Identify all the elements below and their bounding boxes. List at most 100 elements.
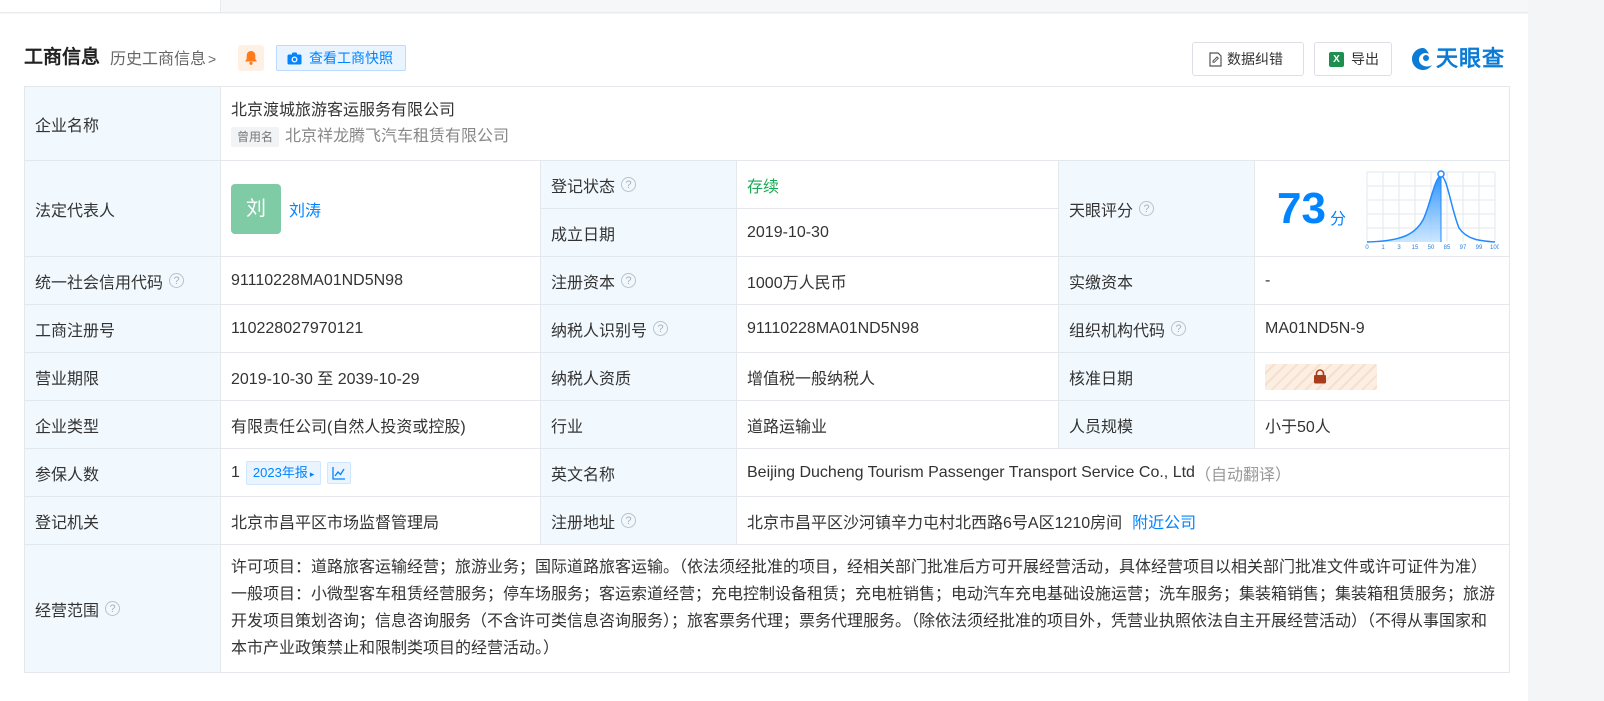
credit-code-value[interactable]: 91110228MA01ND5N98	[231, 272, 403, 290]
found-date-label: 成立日期	[551, 226, 616, 244]
tax-qual-label: 纳税人资质	[551, 370, 632, 388]
help-icon[interactable]: ?	[105, 601, 121, 616]
tax-qual-value: 增值税一般纳税人	[747, 370, 876, 388]
paid-capital-cell: -	[1255, 257, 1509, 305]
status-value: 存续	[747, 178, 780, 196]
annual-report-tag[interactable]: 2023年报 ▸	[245, 460, 322, 485]
staff-label: 人员规模	[1069, 418, 1134, 436]
approve-date-label: 核准日期	[1069, 370, 1134, 388]
score-axis-tick: 15	[1412, 245, 1419, 250]
label-scope: 经营范围?	[25, 545, 221, 672]
label-english-name: 英文名称	[541, 449, 737, 497]
reg-no-cell: 110228027970121	[221, 305, 541, 353]
avatar[interactable]: 刘	[231, 183, 281, 234]
label-taxpayer-id: 纳税人识别号?	[541, 305, 737, 353]
label-address: 注册地址?	[541, 497, 737, 545]
term-label: 营业期限	[35, 370, 100, 388]
history-business-info-link[interactable]: 历史工商信息 >	[110, 47, 216, 72]
company-name-cell: 北京渡城旅游客运服务有限公司 曾用名 北京祥龙腾飞汽车租赁有限公司	[221, 87, 1509, 161]
label-reg-no: 工商注册号	[25, 305, 221, 353]
help-icon[interactable]: ?	[1139, 201, 1155, 216]
logo-text: 天眼查	[1436, 46, 1506, 71]
label-approve-date: 核准日期	[1059, 353, 1255, 401]
active-tab[interactable]	[0, 0, 221, 12]
help-icon[interactable]: ?	[621, 273, 637, 288]
tax-qual-cell: 增值税一般纳税人	[737, 353, 1059, 401]
help-icon[interactable]: ?	[653, 321, 669, 336]
snapshot-button[interactable]: 查看工商快照	[276, 45, 406, 71]
former-name-line: 曾用名 北京祥龙腾飞汽车租赁有限公司	[231, 124, 509, 150]
type-label: 企业类型	[35, 418, 100, 436]
score-label: 天眼评分	[1069, 202, 1134, 220]
english-name-cell: Beijing Ducheng Tourism Passenger Transp…	[737, 449, 1509, 497]
authority-cell: 北京市昌平区市场监督管理局	[221, 497, 541, 545]
legal-rep-link[interactable]: 刘涛	[289, 197, 321, 221]
score-axis-tick: 1	[1381, 245, 1385, 250]
taxpayer-id-label: 纳税人识别号	[551, 322, 648, 340]
address-cell: 北京市昌平区沙河镇辛力屯村北西路6号A区1210房间 附近公司	[737, 497, 1509, 545]
status-cell: 存续	[737, 161, 1059, 209]
scope-label: 经营范围	[35, 602, 100, 620]
industry-value: 道路运输业	[747, 418, 828, 436]
score-unit: 分	[1329, 210, 1346, 228]
label-reg-capital: 注册资本?	[541, 257, 737, 305]
score-axis-tick: 50	[1428, 245, 1435, 250]
history-label: 历史工商信息	[110, 51, 207, 68]
score-axis-tick: 99	[1476, 245, 1483, 250]
reg-capital-value: 1000万人民币	[747, 274, 847, 292]
lock-icon	[1314, 368, 1326, 383]
reg-no-value[interactable]: 110228027970121	[231, 320, 363, 338]
data-fix-button[interactable]: 数据纠错	[1192, 42, 1304, 76]
org-code-label: 组织机构代码	[1069, 322, 1166, 340]
label-credit-code: 统一社会信用代码?	[25, 257, 221, 305]
label-org-code: 组织机构代码?	[1059, 305, 1255, 353]
reg-capital-label: 注册资本	[551, 274, 616, 292]
excel-icon: X	[1329, 52, 1344, 67]
company-name-label: 企业名称	[35, 117, 100, 135]
org-code-value[interactable]: MA01ND5N-9	[1265, 320, 1365, 338]
score-cell[interactable]: 73 分 0 1 3 15 50 85 97 99 100	[1255, 161, 1509, 257]
former-name: 北京祥龙腾飞汽车租赁有限公司	[285, 127, 510, 145]
page-gutter	[1528, 0, 1604, 701]
address-label: 注册地址	[551, 514, 616, 532]
score-axis-tick: 0	[1365, 245, 1369, 250]
org-code-cell: MA01ND5N-9	[1255, 305, 1509, 353]
edit-doc-icon	[1209, 52, 1222, 67]
help-icon[interactable]: ?	[621, 177, 637, 192]
section-title: 工商信息	[24, 47, 101, 68]
industry-cell: 道路运输业	[737, 401, 1059, 449]
bell-icon[interactable]	[238, 45, 264, 71]
help-icon[interactable]: ?	[169, 273, 185, 288]
annual-report-label: 2023年报	[252, 464, 308, 480]
term-cell: 2019-10-30 至 2039-10-29	[221, 353, 541, 401]
score-axis-tick: 3	[1397, 245, 1401, 250]
chevron-right-icon: >	[208, 51, 217, 67]
company-name[interactable]: 北京渡城旅游客运服务有限公司	[231, 98, 455, 124]
taxpayer-id-value[interactable]: 91110228MA01ND5N98	[747, 320, 919, 338]
locked-value[interactable]	[1265, 363, 1377, 390]
insured-label: 参保人数	[35, 466, 100, 484]
taxpayer-id-cell: 91110228MA01ND5N98	[737, 305, 1059, 353]
label-authority: 登记机关	[25, 497, 221, 545]
business-info-table: 企业名称 北京渡城旅游客运服务有限公司 曾用名 北京祥龙腾飞汽车租赁有限公司 法定…	[24, 86, 1510, 673]
snapshot-label: 查看工商快照	[309, 50, 393, 66]
english-name-value[interactable]: Beijing Ducheng Tourism Passenger Transp…	[747, 464, 1195, 482]
label-tax-qual: 纳税人资质	[541, 353, 737, 401]
logo-eye-icon	[1412, 48, 1432, 70]
label-score: 天眼评分?	[1059, 161, 1255, 257]
help-icon[interactable]: ?	[1171, 321, 1187, 336]
trend-chart-icon[interactable]	[327, 461, 352, 484]
legal-rep-cell: 刘 刘涛	[221, 161, 541, 257]
nearby-companies-link[interactable]: 附近公司	[1132, 509, 1196, 533]
score-value: 73	[1277, 183, 1326, 233]
label-paid-capital: 实缴资本	[1059, 257, 1255, 305]
found-date-cell: 2019-10-30	[737, 209, 1059, 257]
export-button[interactable]: X 导出	[1314, 42, 1392, 76]
caret-right-icon: ▸	[309, 468, 315, 479]
score-distribution-chart: 0 1 3 15 50 85 97 99 100	[1365, 170, 1499, 250]
help-icon[interactable]: ?	[621, 513, 637, 528]
label-insured: 参保人数	[25, 449, 221, 497]
address-value[interactable]: 北京市昌平区沙河镇辛力屯村北西路6号A区1210房间	[747, 509, 1122, 533]
found-date-value: 2019-10-30	[747, 223, 829, 241]
staff-value: 小于50人	[1265, 418, 1331, 436]
